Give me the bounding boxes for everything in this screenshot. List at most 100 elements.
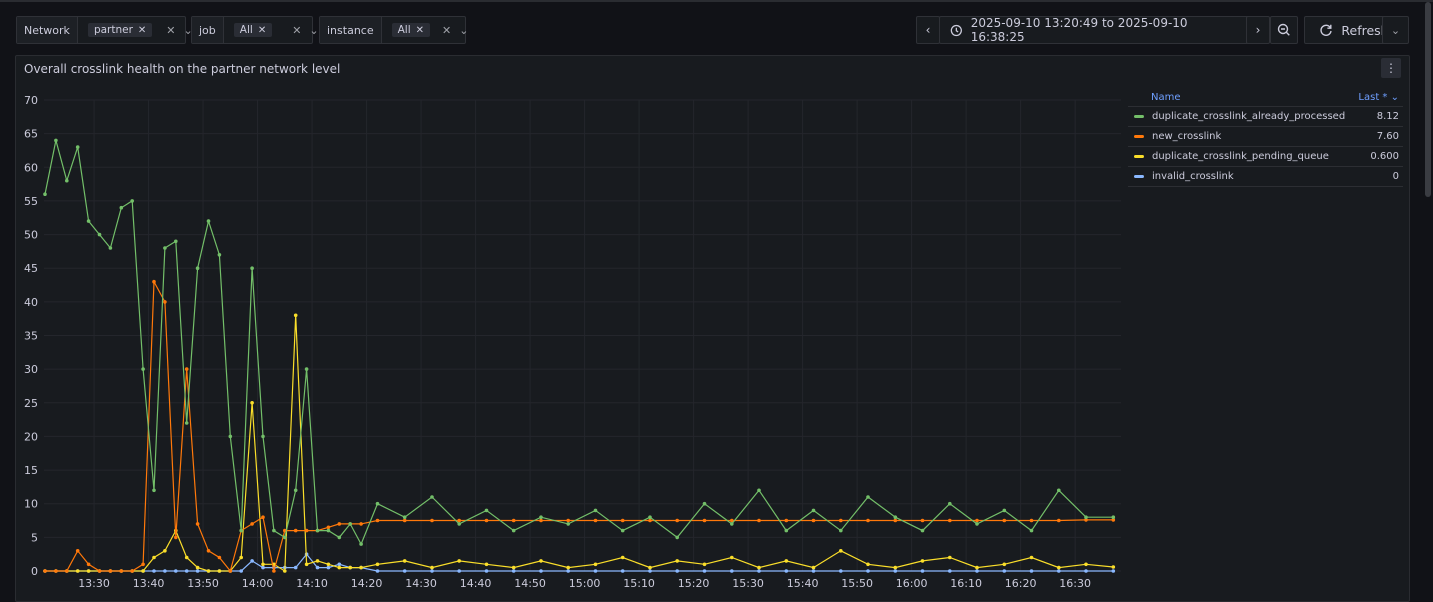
y-tick-label: 55 — [24, 195, 38, 208]
series-color-swatch — [1134, 155, 1144, 158]
time-forward-button[interactable]: › — [1246, 16, 1270, 44]
data-point — [326, 525, 331, 530]
y-tick-label: 65 — [24, 128, 38, 141]
data-point — [784, 559, 789, 563]
data-point — [920, 528, 925, 533]
series-lines — [43, 138, 1116, 573]
data-point — [65, 178, 69, 183]
data-point — [675, 518, 679, 523]
data-point — [152, 279, 156, 284]
clear-icon[interactable]: ✕ — [442, 24, 451, 37]
chevron-down-icon[interactable]: ⌄ — [459, 24, 468, 37]
series-color-swatch — [1134, 135, 1144, 138]
data-point — [75, 549, 80, 553]
data-point — [250, 522, 254, 526]
data-point — [1111, 569, 1116, 573]
zoom-out-button[interactable] — [1270, 16, 1298, 44]
chip-label: partner — [93, 24, 133, 36]
data-point — [675, 535, 679, 540]
chip-partner[interactable]: partner ✕ — [87, 23, 153, 37]
data-point — [359, 542, 363, 546]
data-point — [293, 488, 298, 493]
data-point — [866, 569, 870, 573]
variable-network-select[interactable]: partner ✕ ✕ ⌄ — [78, 17, 199, 43]
data-point — [457, 569, 462, 573]
remove-chip-icon[interactable]: ✕ — [416, 25, 424, 36]
legend-row[interactable]: duplicate_crosslink_pending_queue 0.600 — [1128, 147, 1403, 167]
data-point — [217, 253, 222, 257]
x-tick-label: 14:10 — [296, 577, 328, 590]
x-tick-label: 14:20 — [351, 577, 383, 590]
data-point — [839, 518, 843, 523]
data-point — [359, 522, 363, 526]
legend-row[interactable]: invalid_crosslink 0 — [1128, 167, 1403, 187]
data-point — [539, 518, 543, 523]
series-line — [45, 553, 1114, 572]
data-point — [141, 569, 145, 573]
legend-last-value: 8.12 — [1376, 111, 1399, 122]
variable-job-select[interactable]: All ✕ ✕ ⌄ — [224, 17, 325, 43]
data-point — [975, 518, 979, 523]
legend-row[interactable]: duplicate_crosslink_already_processed 8.1… — [1128, 107, 1403, 127]
data-point — [620, 518, 625, 523]
data-point — [1111, 565, 1116, 569]
line-chart[interactable]: 0510152025303540455055606570 13:30 13:40 1… — [16, 56, 1121, 596]
chevron-down-icon[interactable]: ⌄ — [309, 24, 318, 37]
variable-job[interactable]: job All ✕ ✕ ⌄ — [191, 16, 319, 44]
panel-menu-button[interactable]: ⋮ — [1381, 58, 1401, 78]
variable-instance-select[interactable]: All ✕ ✕ ⌄ — [382, 17, 475, 43]
legend-row[interactable]: new_crosslink 7.60 — [1128, 127, 1403, 147]
time-back-button[interactable]: ‹ — [916, 16, 940, 44]
legend-col-name[interactable]: Name — [1151, 92, 1181, 103]
remove-chip-icon[interactable]: ✕ — [258, 25, 266, 36]
chip-all[interactable]: All ✕ — [391, 23, 431, 37]
chip-all[interactable]: All ✕ — [233, 23, 273, 37]
data-point — [261, 565, 265, 570]
refresh-interval-dropdown[interactable]: ⌄ — [1382, 16, 1409, 44]
data-point — [54, 138, 58, 143]
variable-network[interactable]: Network partner ✕ ✕ ⌄ — [16, 16, 193, 44]
data-point — [648, 515, 652, 519]
data-point — [784, 518, 789, 523]
data-point — [1084, 515, 1088, 519]
data-point — [174, 239, 178, 244]
y-tick-label: 50 — [24, 229, 38, 242]
clear-icon[interactable]: ✕ — [292, 24, 301, 37]
data-point — [304, 367, 309, 371]
remove-chip-icon[interactable]: ✕ — [138, 25, 146, 36]
y-tick-label: 60 — [24, 161, 38, 174]
data-point — [402, 518, 407, 523]
data-point — [511, 565, 516, 570]
time-range-picker[interactable]: 2025-09-10 13:20:49 to 2025-09-10 16:38:… — [939, 16, 1267, 44]
chart-grid — [44, 99, 1121, 572]
data-point — [811, 518, 816, 523]
data-point — [839, 549, 843, 553]
data-point — [784, 569, 789, 573]
data-point — [811, 569, 816, 573]
data-point — [283, 535, 287, 540]
data-point — [975, 565, 979, 570]
data-point — [348, 522, 353, 526]
variable-instance[interactable]: instance All ✕ ✕ ⌄ — [319, 16, 468, 44]
data-point — [430, 495, 434, 499]
clear-icon[interactable]: ✕ — [166, 24, 175, 37]
data-point — [43, 192, 47, 196]
data-point — [184, 569, 189, 573]
data-point — [228, 434, 233, 439]
x-tick-label: 13:30 — [78, 577, 110, 590]
y-axis-ticks: 0 5 10 15 20 25 30 35 40 45 50 55 60 65 70 — [24, 94, 38, 578]
data-point — [206, 219, 211, 223]
data-point — [457, 559, 462, 563]
x-tick-label: 14:30 — [405, 577, 437, 590]
chevron-down-icon: ⌄ — [1390, 23, 1401, 37]
data-point — [43, 569, 47, 573]
data-point — [108, 569, 113, 573]
x-tick-label: 15:40 — [787, 577, 819, 590]
kebab-menu-icon: ⋮ — [1385, 61, 1397, 75]
x-tick-label: 15:30 — [732, 577, 764, 590]
data-point — [206, 549, 211, 553]
legend-col-last[interactable]: Last * ⌄ — [1358, 92, 1399, 103]
page-scrollbar[interactable] — [1425, 2, 1431, 197]
data-point — [337, 535, 342, 540]
data-point — [648, 565, 652, 570]
